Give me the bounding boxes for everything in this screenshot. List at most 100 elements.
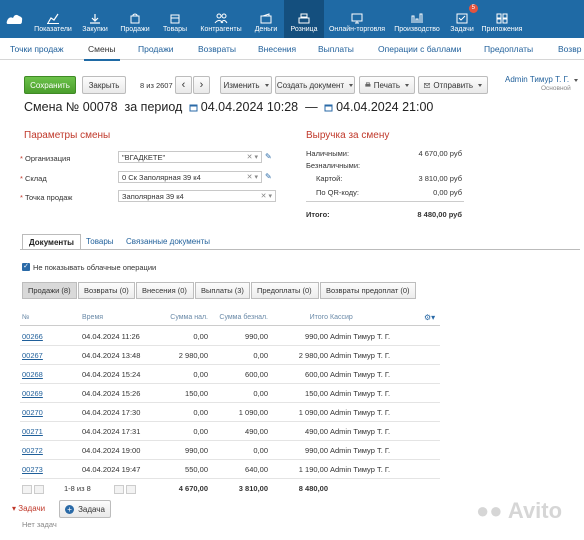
col-cashier[interactable]: Кассир xyxy=(330,314,353,321)
segment-prepayment-returns[interactable]: Возвраты предоплат (0) xyxy=(320,282,416,299)
nav-item-dashboard[interactable]: Показатели xyxy=(30,0,76,38)
logo-icon[interactable] xyxy=(0,0,30,38)
first-page-button[interactable] xyxy=(22,485,32,494)
change-dropdown[interactable]: Изменить xyxy=(220,76,272,94)
last-page-button[interactable] xyxy=(126,485,136,494)
nav-item-contractors[interactable]: Контрагенты xyxy=(194,0,248,38)
table-row[interactable]: 00269 04.04.2024 15:26 150,00 0,00 150,0… xyxy=(20,384,440,403)
subnav-prepayment-returns[interactable]: Возвр xyxy=(558,44,581,54)
user-menu[interactable]: Admin Тимур Т. Г. xyxy=(505,75,579,84)
col-time[interactable]: Время xyxy=(82,314,103,321)
table-row[interactable]: 00271 04.04.2024 17:31 0,00 490,00 490,0… xyxy=(20,422,440,441)
tab-documents[interactable]: Документы xyxy=(22,234,81,250)
avito-watermark: ●● Avito xyxy=(476,498,563,523)
no-tasks-text: Нет задач xyxy=(22,520,57,529)
subnav-sales[interactable]: Продажи xyxy=(138,44,174,54)
table-row[interactable]: 00266 04.04.2024 11:26 0,00 990,00 990,0… xyxy=(20,327,440,346)
tab-related-documents[interactable]: Связанные документы xyxy=(120,234,216,250)
apps-icon xyxy=(496,13,508,24)
subnav-bonus-operations[interactable]: Операции с баллами xyxy=(378,44,461,54)
caret-down-icon xyxy=(478,83,482,87)
nav-item-tasks[interactable]: Задачи 5 xyxy=(444,0,480,38)
save-button[interactable]: Сохранить xyxy=(24,76,76,94)
chevron-right-icon: › xyxy=(199,79,204,91)
period-from[interactable]: 04.04.2024 10:28 xyxy=(201,100,298,114)
hide-cloud-checkbox[interactable]: ✓ xyxy=(22,263,30,271)
clear-dropdown-icon[interactable]: ✕ ▾ xyxy=(247,173,258,181)
edit-pencil-icon[interactable]: ✎ xyxy=(265,152,272,161)
calendar-icon[interactable] xyxy=(324,103,333,112)
online-store-icon xyxy=(351,13,363,24)
table-row[interactable]: 00270 04.04.2024 17:30 0,00 1 090,00 1 0… xyxy=(20,403,440,422)
divider xyxy=(306,201,464,202)
footer-grand-total: 8 480,00 xyxy=(298,484,328,493)
nav-item-purchases[interactable]: Закупки xyxy=(76,0,114,38)
segment-payouts[interactable]: Выплаты (3) xyxy=(195,282,250,299)
tab-divider xyxy=(20,249,580,250)
table-row[interactable]: 00273 04.04.2024 19:47 550,00 640,00 1 1… xyxy=(20,460,440,479)
plus-icon: + xyxy=(65,504,75,514)
settings-gear-icon[interactable]: ⚙▾ xyxy=(424,313,435,322)
pagination-range: 1-8 из 8 xyxy=(64,484,91,493)
point-of-sale-field[interactable]: Заполярная 39 к4 ✕ ▾ xyxy=(118,190,276,202)
edit-pencil-icon[interactable]: ✎ xyxy=(265,172,272,181)
cash-value: 4 670,00 руб xyxy=(418,149,463,158)
nav-item-apps[interactable]: Приложения xyxy=(480,0,524,38)
segment-returns[interactable]: Возвраты (0) xyxy=(78,282,135,299)
page-title: Смена № 00078 за период 04.04.2024 10:28… xyxy=(24,100,434,114)
subnav-deposits[interactable]: Внесения xyxy=(258,44,296,54)
record-counter: 8 из 2607 xyxy=(140,81,173,90)
warehouse-field[interactable]: 0 Ск Заполярная 39 к4 ✕ ▾ xyxy=(118,171,262,183)
col-number[interactable]: № xyxy=(22,314,30,321)
revenue-title: Выручка за смену xyxy=(306,130,390,141)
nav-item-retail[interactable]: Розница xyxy=(284,0,324,38)
caret-down-icon xyxy=(264,83,269,87)
nav-item-production[interactable]: Производство xyxy=(390,0,444,38)
nav-item-goods[interactable]: Товары xyxy=(156,0,194,38)
table-row[interactable]: 00272 04.04.2024 19:00 990,00 0,00 990,0… xyxy=(20,441,440,460)
calendar-icon[interactable] xyxy=(189,103,198,112)
cash-label: Наличными: xyxy=(306,149,350,158)
segment-sales[interactable]: Продажи (8) xyxy=(22,282,77,299)
caret-down-icon xyxy=(574,79,579,82)
col-total[interactable]: Итого xyxy=(270,314,328,321)
card-label: Картой: xyxy=(316,174,343,183)
tasks-toggle[interactable]: ▾ Задачи xyxy=(12,504,45,513)
next-record-button[interactable]: › xyxy=(193,76,210,94)
segment-prepayments[interactable]: Предоплаты (0) xyxy=(251,282,319,299)
footer-noncash-total: 3 810,00 xyxy=(238,484,268,493)
chevron-left-icon: ‹ xyxy=(181,79,186,91)
prev-record-button[interactable]: ‹ xyxy=(175,76,192,94)
clear-dropdown-icon[interactable]: ✕ ▾ xyxy=(261,192,272,200)
prev-page-button[interactable] xyxy=(34,485,44,494)
subnav-prepayments[interactable]: Предоплаты xyxy=(484,44,533,54)
col-cash[interactable]: Сумма нал. xyxy=(150,314,208,321)
caret-down-icon xyxy=(405,83,409,87)
clear-dropdown-icon[interactable]: ✕ ▾ xyxy=(247,153,258,161)
nav-item-money[interactable]: Деньги xyxy=(248,0,284,38)
table-row[interactable]: 00268 04.04.2024 15:24 0,00 600,00 600,0… xyxy=(20,365,440,384)
subnav-returns[interactable]: Возвраты xyxy=(198,44,236,54)
send-dropdown[interactable]: Отправить xyxy=(418,76,488,94)
nav-item-online-trade[interactable]: Онлайн-торговля xyxy=(324,0,390,38)
period-to[interactable]: 04.04.2024 21:00 xyxy=(336,100,433,114)
subnav-shifts[interactable]: Смены xyxy=(84,44,119,61)
header-divider xyxy=(20,325,440,326)
warehouse-label: * Склад xyxy=(20,174,47,183)
subnav-payouts[interactable]: Выплаты xyxy=(318,44,354,54)
tab-goods[interactable]: Товары xyxy=(80,234,120,250)
next-page-button[interactable] xyxy=(114,485,124,494)
org-field[interactable]: "ВГАДКЕТЕ" ✕ ▾ xyxy=(118,151,262,163)
add-task-button[interactable]: + Задача xyxy=(59,500,111,518)
col-noncash[interactable]: Сумма безнал. xyxy=(210,314,268,321)
subnav-points-of-sale[interactable]: Точки продаж xyxy=(10,44,64,54)
segment-deposits[interactable]: Внесения (0) xyxy=(136,282,194,299)
create-document-dropdown[interactable]: Создать документ xyxy=(275,76,355,94)
table-row[interactable]: 00267 04.04.2024 13:48 2 980,00 0,00 2 9… xyxy=(20,346,440,365)
bag-icon xyxy=(130,13,140,24)
retail-subnav: Точки продаж Смены Продажи Возвраты Внес… xyxy=(0,38,584,61)
nav-item-sales[interactable]: Продажи xyxy=(114,0,156,38)
print-dropdown[interactable]: Печать xyxy=(359,76,415,94)
top-navigation: Показатели Закупки Продажи Товары Контра… xyxy=(0,0,584,38)
close-button[interactable]: Закрыть xyxy=(82,76,126,94)
